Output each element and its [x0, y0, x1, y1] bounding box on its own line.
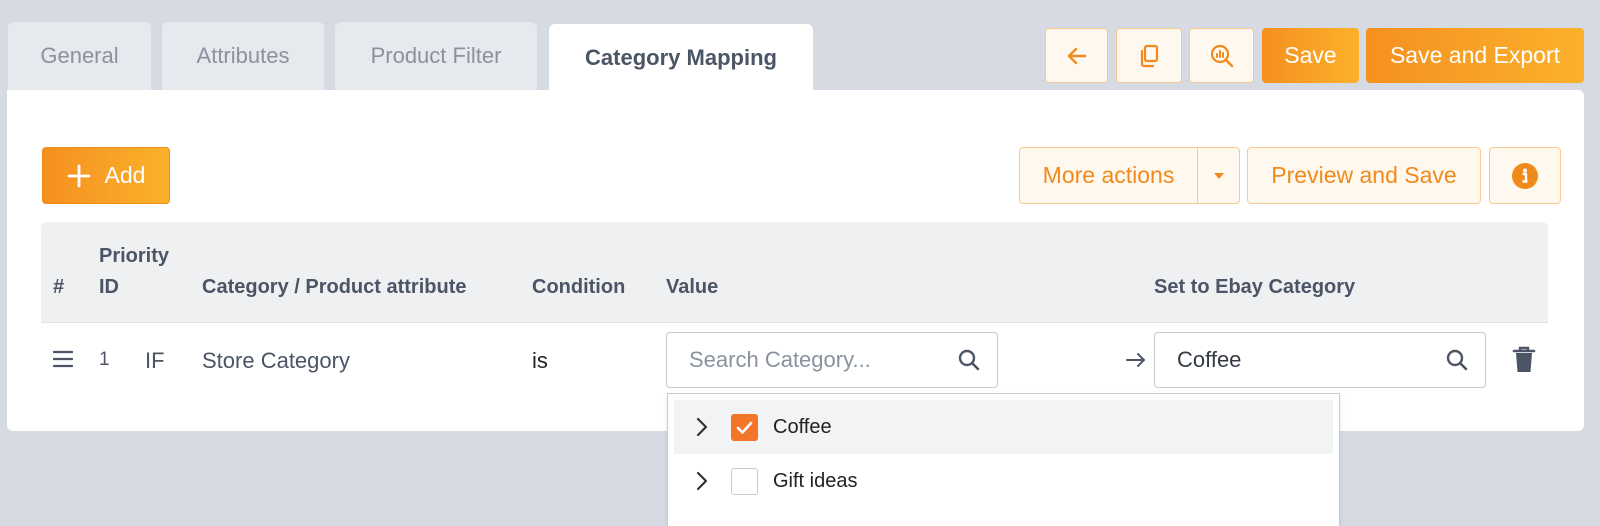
search-icon — [958, 349, 980, 371]
preview-button[interactable] — [1189, 28, 1254, 83]
category-dropdown: Coffee Gift ideas — [667, 393, 1340, 526]
more-actions-button[interactable]: More actions — [1019, 147, 1198, 204]
col-header-value: Value — [666, 276, 719, 298]
value-search-placeholder: Search Category... — [689, 347, 871, 372]
row-condition: is — [532, 348, 548, 373]
save-button[interactable]: Save — [1262, 28, 1359, 83]
dropdown-item-label: Coffee — [773, 415, 832, 438]
checkbox-checked[interactable] — [731, 413, 758, 441]
check-icon — [736, 421, 753, 434]
dropdown-item-gift-ideas[interactable]: Gift ideas — [674, 454, 1333, 508]
tab-category-mapping[interactable]: Category Mapping — [549, 24, 813, 92]
trash-icon[interactable] — [1512, 346, 1536, 374]
row-category: Store Category — [202, 348, 350, 373]
dropdown-item-label: Gift ideas — [773, 469, 858, 492]
tab-general[interactable]: General — [8, 22, 151, 90]
checkbox-unchecked[interactable] — [731, 467, 758, 495]
dropdown-item-coffee[interactable]: Coffee — [674, 400, 1333, 454]
arrow-right-icon — [1126, 353, 1145, 367]
col-header-category: Category / Product attribute — [202, 276, 467, 298]
more-actions-dropdown-toggle[interactable] — [1197, 147, 1240, 204]
tab-attributes[interactable]: Attributes — [162, 22, 324, 90]
add-button-label: Add — [104, 162, 146, 188]
row-if-label: IF — [145, 348, 165, 373]
tab-product-filter[interactable]: Product Filter — [335, 22, 537, 90]
chevron-right-icon[interactable] — [694, 470, 710, 492]
search-icon — [1446, 349, 1468, 371]
drag-handle-icon[interactable] — [53, 350, 73, 368]
col-header-condition: Condition — [532, 276, 626, 298]
ebay-category-search-input[interactable]: Coffee — [1154, 332, 1486, 388]
plus-icon — [67, 164, 90, 187]
preview-and-save-button[interactable]: Preview and Save — [1247, 147, 1481, 204]
back-button[interactable] — [1045, 28, 1108, 83]
chevron-right-icon[interactable] — [694, 416, 710, 438]
col-header-hash: # — [53, 276, 65, 298]
copy-button[interactable] — [1116, 28, 1182, 83]
row-divider — [41, 322, 1548, 323]
arrow-left-icon — [1067, 47, 1086, 64]
add-button[interactable]: Add — [42, 147, 170, 204]
ebay-category-value: Coffee — [1177, 347, 1242, 372]
info-icon — [1512, 162, 1538, 189]
col-header-priority: Priority — [99, 245, 170, 267]
col-header-set-to-ebay-category: Set to Ebay Category — [1154, 276, 1356, 298]
col-header-priority-id: ID — [99, 276, 119, 298]
caret-down-icon — [1213, 172, 1224, 179]
save-and-export-button[interactable]: Save and Export — [1366, 28, 1584, 83]
value-search-input[interactable]: Search Category... — [666, 332, 998, 388]
info-button[interactable] — [1489, 147, 1561, 204]
search-chart-icon — [1210, 44, 1233, 67]
row-priority-id: 1 — [99, 349, 110, 370]
copy-icon — [1140, 44, 1159, 67]
